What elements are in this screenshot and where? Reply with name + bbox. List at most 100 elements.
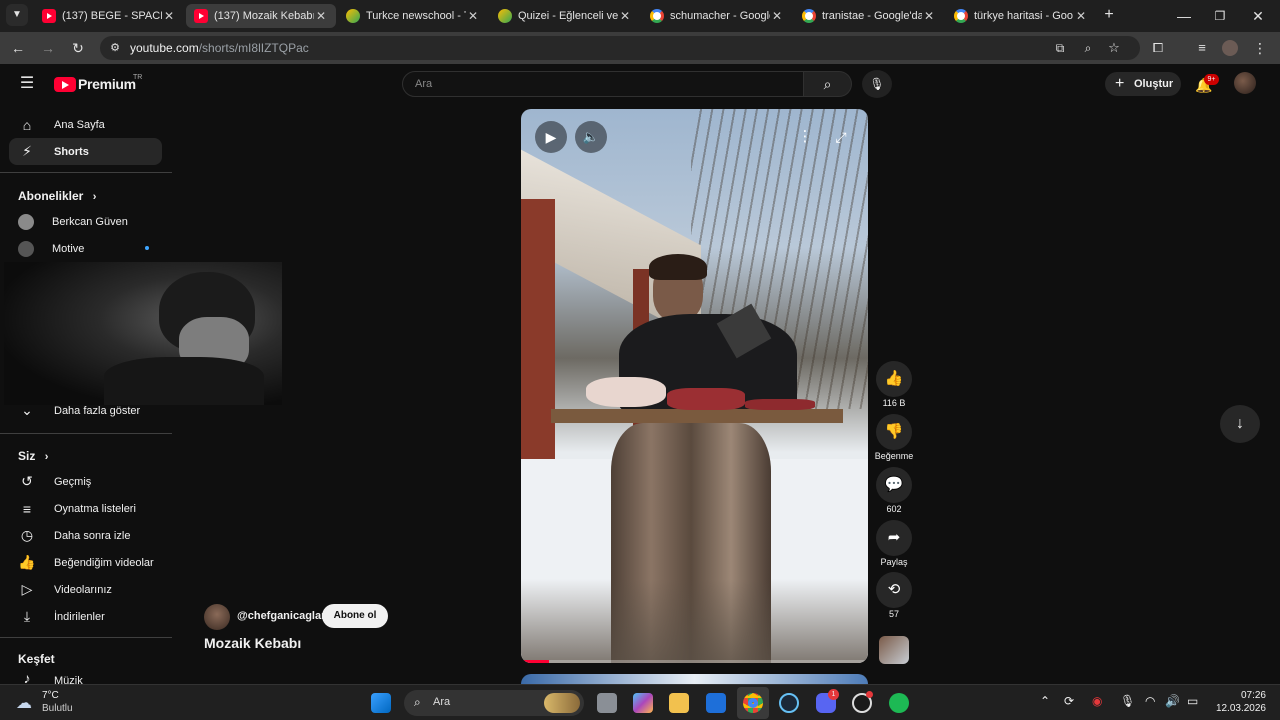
install-app-icon[interactable]: ⧉: [1050, 36, 1070, 60]
browser-tab[interactable]: türkye haritasi - Goo ✕: [946, 4, 1096, 28]
subscription-item[interactable]: Motive: [9, 235, 162, 262]
tray-sync-icon[interactable]: ⟳: [1064, 694, 1074, 708]
media-controls-icon[interactable]: ≡: [1190, 36, 1214, 60]
short-video-player[interactable]: ▶ 🔈 ⋮ ⤢: [521, 109, 868, 663]
next-short-arrow-icon[interactable]: ↓: [1220, 405, 1260, 443]
hamburger-menu-icon[interactable]: ☰: [16, 72, 38, 96]
fullscreen-icon[interactable]: ⤢: [825, 121, 857, 153]
extensions-icon[interactable]: ⧠: [1146, 36, 1170, 60]
zoom-icon[interactable]: ⌕: [1078, 36, 1098, 60]
forward-icon[interactable]: →: [36, 36, 60, 60]
minimize-icon[interactable]: —: [1172, 4, 1196, 28]
volume-icon[interactable]: 🔈: [575, 121, 607, 153]
taskbar-search[interactable]: ⌕ Ara: [404, 690, 584, 716]
tray-chevron-up-icon[interactable]: ⌃: [1040, 694, 1050, 708]
remix-button[interactable]: ⟲: [876, 572, 912, 608]
more-options-icon[interactable]: ⋮: [793, 121, 817, 153]
browser-tab-active[interactable]: (137) Mozaik Kebabı ✕: [186, 4, 336, 28]
create-button[interactable]: + Oluştur: [1105, 72, 1181, 96]
youtube-logo-icon[interactable]: [54, 77, 76, 92]
browser-tab[interactable]: (137) BEGE - SPACEJU ✕: [34, 4, 184, 28]
windows-start-icon[interactable]: [371, 693, 391, 713]
chevron-right-icon: ›: [44, 451, 49, 463]
sidebar-item-home[interactable]: ⌂ Ana Sayfa: [9, 111, 162, 138]
discord-badge: 1: [828, 689, 839, 700]
file-explorer-icon[interactable]: [669, 693, 689, 713]
restore-icon[interactable]: ❐: [1208, 4, 1232, 28]
logo-text[interactable]: Premium: [78, 76, 136, 92]
sidebar-item-label: İndirilenler: [54, 610, 105, 623]
dislike-button[interactable]: 👎: [876, 414, 912, 450]
channel-avatar[interactable]: [204, 604, 230, 630]
short-title[interactable]: Mozaik Kebabı: [204, 635, 301, 651]
task-view-icon[interactable]: [597, 693, 617, 713]
wifi-icon[interactable]: ◠: [1145, 694, 1155, 708]
search-icon: ⌕: [414, 695, 421, 709]
menu-dots-icon[interactable]: ⋮: [1250, 36, 1270, 60]
search-input[interactable]: Ara: [402, 71, 804, 97]
close-tab-icon[interactable]: ✕: [618, 9, 632, 23]
sound-thumbnail[interactable]: [879, 636, 909, 664]
chrome-icon[interactable]: [743, 693, 763, 713]
subscribe-button[interactable]: Abone ol: [322, 604, 388, 628]
share-button[interactable]: ➦: [876, 520, 912, 556]
sidebar-item-history[interactable]: ↺ Geçmiş: [9, 468, 162, 495]
tray-app-icon[interactable]: ◉: [1092, 694, 1102, 708]
sidebar-item-shorts[interactable]: ⚡ Shorts: [9, 138, 162, 165]
close-tab-icon[interactable]: ✕: [1074, 9, 1088, 23]
close-tab-icon[interactable]: ✕: [162, 9, 176, 23]
channel-name[interactable]: @chefganicaglar: [237, 610, 325, 622]
next-short-preview[interactable]: [521, 674, 868, 684]
sidebar-item-downloads[interactable]: ⤓ İndirilenler: [9, 603, 162, 630]
comments-button[interactable]: 💬: [876, 467, 912, 503]
bookmark-star-icon[interactable]: ☆: [1104, 36, 1124, 60]
you-header[interactable]: Siz ›: [18, 449, 48, 463]
browser-tab[interactable]: schumacher - Google ✕: [642, 4, 792, 28]
sidebar-item-label: Beğendiğim videolar: [54, 556, 154, 569]
browser-tab[interactable]: Quizei - Eğlenceli ve ✕: [490, 4, 640, 28]
like-button[interactable]: 👍: [876, 361, 912, 397]
sidebar-item-music[interactable]: ♪ Müzik: [9, 670, 162, 684]
copilot-icon[interactable]: [633, 693, 653, 713]
play-icon[interactable]: ▶: [535, 121, 567, 153]
sidebar-item-watch-later[interactable]: ◷ Daha sonra izle: [9, 522, 162, 549]
tab-search-icon[interactable]: ▼: [6, 4, 28, 26]
clock-date[interactable]: 12.03.2026: [1208, 703, 1266, 714]
mail-icon[interactable]: [706, 693, 726, 713]
reload-icon[interactable]: ↻: [66, 36, 90, 60]
progress-track[interactable]: [521, 660, 868, 663]
site-info-icon[interactable]: ⚙: [106, 36, 124, 60]
address-bar[interactable]: ⚙ youtube.com/shorts/mI8lIZTQPac ⧉ ⌕ ☆: [100, 36, 1140, 60]
windows-taskbar: ☁ 7°C Bulutlu ⌕ Ara 1 ⌃ ⟳ ◉ 🎙 ◠ 🔊 ▭ 07:2…: [0, 684, 1280, 720]
browser-tab[interactable]: Turkce newschool - T ✕: [338, 4, 488, 28]
back-icon[interactable]: ←: [6, 36, 30, 60]
battery-icon[interactable]: ▭: [1187, 694, 1198, 708]
weather-desc[interactable]: Bulutlu: [42, 703, 73, 714]
show-more-button[interactable]: ⌄ Daha fazla göster: [9, 397, 162, 424]
profile-avatar[interactable]: [1222, 40, 1238, 56]
voice-search-icon[interactable]: 🎙: [862, 70, 892, 98]
weather-temp[interactable]: 7°C: [42, 690, 59, 701]
clock-time[interactable]: 07:26: [1216, 690, 1266, 701]
explore-header: Keşfet: [18, 652, 55, 666]
close-tab-icon[interactable]: ✕: [314, 9, 328, 23]
steam-icon[interactable]: [779, 693, 799, 713]
microphone-icon[interactable]: 🎙: [1120, 694, 1135, 708]
close-tab-icon[interactable]: ✕: [770, 9, 784, 23]
close-tab-icon[interactable]: ✕: [466, 9, 480, 23]
sidebar-item-your-videos[interactable]: ▷ Videolarınız: [9, 576, 162, 603]
new-tab-icon[interactable]: +: [1098, 4, 1120, 26]
spotify-icon[interactable]: [889, 693, 909, 713]
weather-cloud-icon[interactable]: ☁: [16, 693, 32, 713]
subscriptions-header[interactable]: Abonelikler ›: [18, 189, 96, 203]
sidebar-item-playlists[interactable]: ≡ Oynatma listeleri: [9, 495, 162, 522]
close-window-icon[interactable]: ✕: [1246, 4, 1270, 28]
subscription-item[interactable]: Berkcan Güven: [9, 208, 162, 235]
close-tab-icon[interactable]: ✕: [922, 9, 936, 23]
browser-tab[interactable]: tranistae - Google'da ✕: [794, 4, 944, 28]
sidebar-item-liked-videos[interactable]: 👍 Beğendiğim videolar: [9, 549, 162, 576]
search-button-icon[interactable]: ⌕: [804, 71, 852, 97]
tab-title: (137) BEGE - SPACEJU: [62, 10, 162, 22]
speaker-icon[interactable]: 🔊: [1165, 694, 1180, 708]
account-avatar[interactable]: [1234, 72, 1256, 94]
